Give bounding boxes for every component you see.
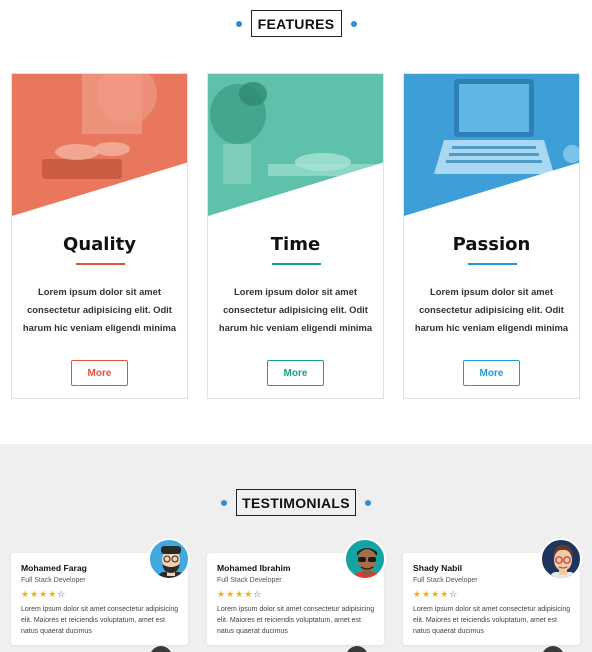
feature-title: Time: [270, 234, 321, 255]
sunglasses-man-avatar-icon: [344, 538, 386, 580]
feature-title: Passion: [452, 234, 531, 255]
description-line: harum hic veniam eligendi minima: [218, 322, 373, 333]
description-line: harum hic veniam eligendi minima: [22, 322, 177, 333]
testimonials-header: TESTIMONIALS: [0, 489, 592, 516]
testimonial-card: Shady Nabil Full Stack Developer ★★★★☆ L…: [403, 538, 582, 645]
feature-description: Lorem ipsum dolor sit amet consectetur a…: [404, 283, 579, 337]
more-button[interactable]: More: [71, 360, 128, 386]
more-button[interactable]: More: [463, 360, 520, 386]
testimonial-role: Full Stack Developer: [413, 577, 478, 584]
more-button[interactable]: More: [267, 360, 324, 386]
testimonial-quote: Lorem ipsum dolor sit amet consectetur a…: [413, 606, 571, 635]
rating-stars: ★★★★☆: [413, 589, 459, 599]
feature-photo: [208, 74, 383, 216]
testimonial-card: Mohamed Ibrahim Full Stack Developer ★★★…: [207, 538, 386, 645]
testimonial-name: Mohamed Ibrahim: [217, 563, 291, 573]
testimonial-card: Mohamed Farag Full Stack Developer ★★★★☆…: [11, 538, 190, 645]
zigzag-divider: [0, 444, 592, 450]
testimonial-role: Full Stack Developer: [217, 577, 282, 584]
title-underline: [468, 263, 517, 265]
testimonial-name: Shady Nabil: [413, 563, 463, 573]
bullet-dot-icon: [350, 20, 357, 27]
features-heading: FEATURES: [250, 10, 342, 37]
testimonial-role: Full Stack Developer: [21, 577, 86, 584]
bullet-dot-icon: [235, 20, 242, 27]
description-line: consectetur adipisicing elit. Odit: [223, 304, 368, 315]
features-header: FEATURES: [0, 10, 592, 37]
description-line: Lorem ipsum dolor sit amet: [234, 286, 357, 297]
feature-description: Lorem ipsum dolor sit amet consectetur a…: [12, 283, 187, 337]
feature-card-time: Time Lorem ipsum dolor sit amet consecte…: [207, 73, 384, 399]
bullet-dot-icon: [365, 499, 371, 506]
testimonial-name: Mohamed Farag: [21, 563, 87, 573]
feature-photo: [12, 74, 187, 216]
feature-photo: [404, 74, 579, 216]
title-underline: [76, 263, 125, 265]
testimonial-quote: Lorem ipsum dolor sit amet consectetur a…: [21, 606, 179, 635]
testimonials-heading: TESTIMONIALS: [236, 489, 356, 516]
feature-title: Quality: [63, 234, 136, 255]
bearded-man-avatar-icon: [148, 538, 190, 580]
description-line: Lorem ipsum dolor sit amet: [38, 286, 161, 297]
description-line: consectetur adipisicing elit. Odit: [27, 304, 172, 315]
rating-stars: ★★★★☆: [217, 589, 263, 599]
description-line: harum hic veniam eligendi minima: [414, 322, 569, 333]
testimonial-quote: Lorem ipsum dolor sit amet consectetur a…: [217, 606, 375, 635]
glasses-man-avatar-icon: [540, 538, 582, 580]
rating-stars: ★★★★☆: [21, 589, 67, 599]
description-line: consectetur adipisicing elit. Odit: [419, 304, 564, 315]
feature-card-passion: Passion Lorem ipsum dolor sit amet conse…: [403, 73, 580, 399]
title-underline: [272, 263, 321, 265]
feature-description: Lorem ipsum dolor sit amet consectetur a…: [208, 283, 383, 337]
feature-card-quality: Quality Lorem ipsum dolor sit amet conse…: [11, 73, 188, 399]
description-line: Lorem ipsum dolor sit amet: [430, 286, 553, 297]
bullet-dot-icon: [221, 499, 227, 506]
